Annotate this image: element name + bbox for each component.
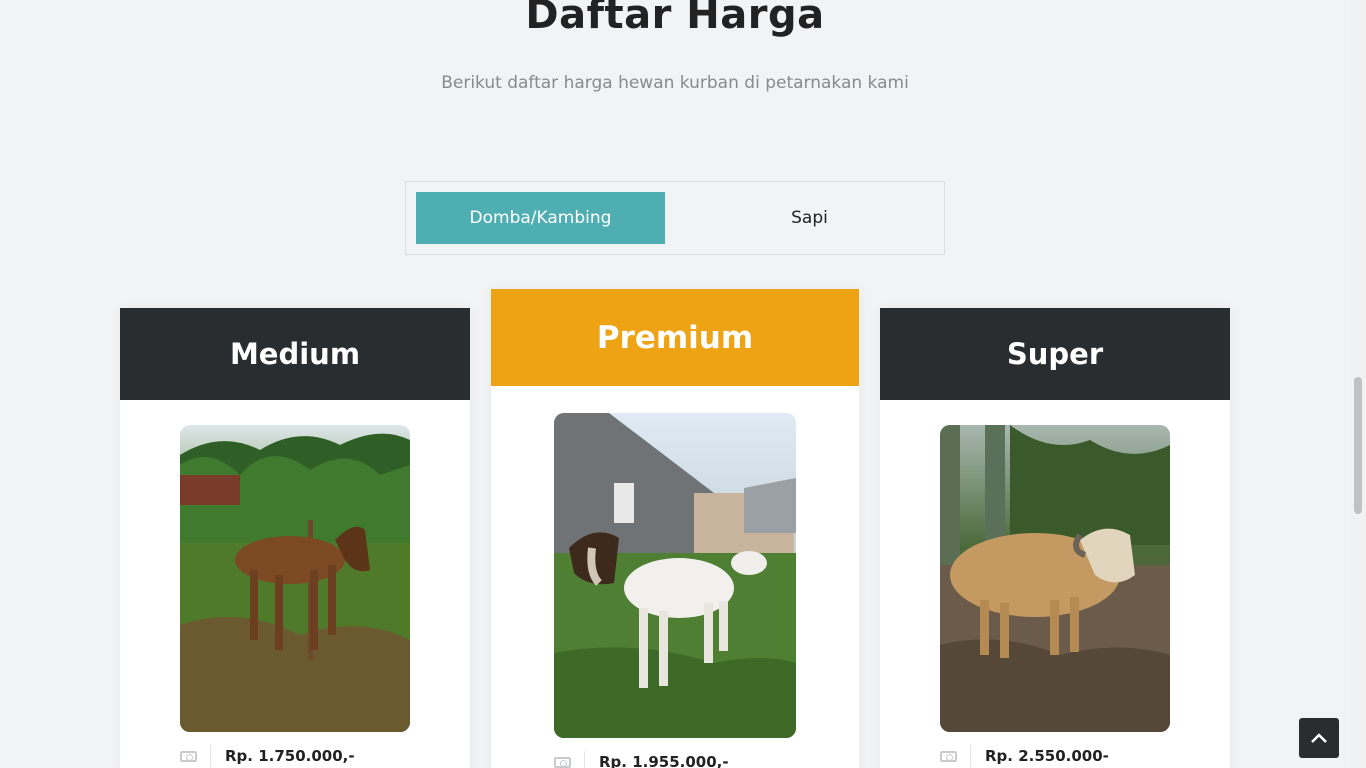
tab-domba-kambing[interactable]: Domba/Kambing [416, 192, 665, 244]
card-title: Medium [120, 308, 470, 400]
card-title: Premium [491, 289, 859, 386]
goat-photo [554, 413, 796, 738]
sheep-photo [940, 425, 1170, 732]
card-title: Super [880, 308, 1230, 400]
price-card-medium: Medium Rp. 1.750.000,- [120, 308, 470, 768]
price-label: Rp. 1.955.000,- [599, 753, 729, 768]
divider [970, 745, 971, 767]
price-row: Rp. 1.750.000,- [180, 745, 355, 767]
price-card-super: Super Rp. 2.550.000- [880, 308, 1230, 768]
page-subtitle: Berikut daftar harga hewan kurban di pet… [441, 73, 909, 93]
divider [210, 745, 211, 767]
price-row: Rp. 1.955.000,- [554, 751, 729, 768]
price-card-premium: Premium Rp. 1.955.000,- [491, 289, 859, 768]
price-row: Rp. 2.550.000- [940, 745, 1109, 767]
price-label: Rp. 1.750.000,- [225, 747, 355, 765]
category-tabs: Domba/Kambing Sapi [405, 181, 945, 255]
price-label: Rp. 2.550.000- [985, 747, 1109, 765]
tab-sapi[interactable]: Sapi [685, 192, 934, 244]
money-icon [180, 750, 197, 762]
goat-photo [180, 425, 410, 732]
scrollbar[interactable] [1350, 0, 1366, 768]
money-icon [554, 756, 571, 768]
back-to-top-button[interactable] [1299, 718, 1339, 758]
scrollbar-thumb[interactable] [1354, 377, 1362, 514]
page-title: Daftar Harga [525, 0, 825, 38]
money-icon [940, 750, 957, 762]
divider [584, 751, 585, 768]
chevron-up-icon [1311, 733, 1327, 743]
